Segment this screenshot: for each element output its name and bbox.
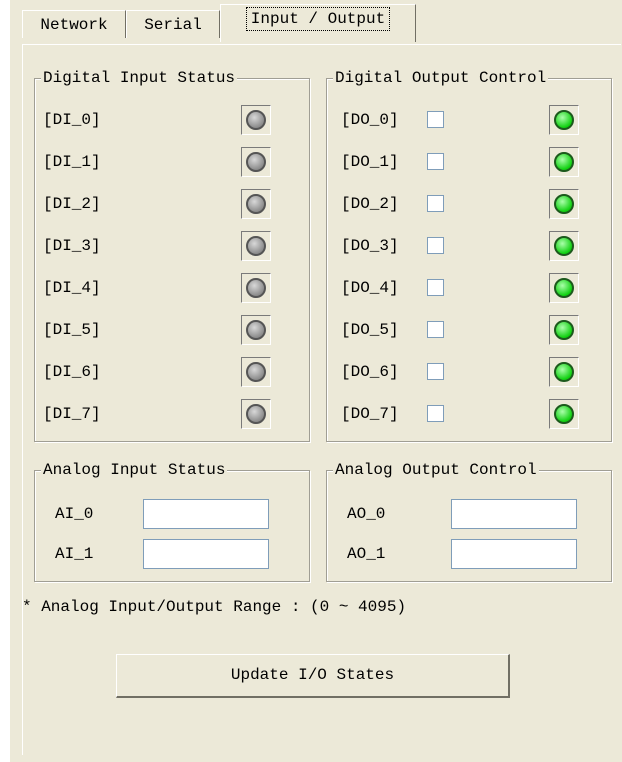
di-6-led-indicator: [241, 357, 271, 387]
tab-input-output-label: Input / Output: [245, 7, 391, 31]
led-icon: [246, 194, 266, 214]
led-icon: [246, 404, 266, 424]
tab-network-label: Network: [40, 16, 108, 34]
do-4-led-indicator: [549, 273, 579, 303]
digital-input-title: Digital Input Status: [41, 67, 238, 89]
ao-0-field[interactable]: [451, 499, 577, 529]
do-7-led-indicator: [549, 399, 579, 429]
led-icon: [554, 362, 574, 382]
window-left-edge: [0, 0, 10, 762]
di-3-label: [DI_3]: [43, 237, 101, 255]
led-icon: [246, 362, 266, 382]
led-icon: [554, 278, 574, 298]
led-icon: [246, 320, 266, 340]
do-6-checkbox[interactable]: [427, 363, 444, 380]
di-4-label: [DI_4]: [43, 279, 101, 297]
led-icon: [554, 194, 574, 214]
led-icon: [246, 110, 266, 130]
led-icon: [554, 110, 574, 130]
do-7-label: [DO_7]: [341, 405, 399, 423]
analog-input-title: Analog Input Status: [41, 459, 228, 481]
do-1-label: [DO_1]: [341, 153, 399, 171]
di-2-label: [DI_2]: [43, 195, 101, 213]
tab-network[interactable]: Network: [22, 10, 126, 38]
ai-0-field[interactable]: [143, 499, 269, 529]
analog-output-title: Analog Output Control: [333, 459, 539, 481]
led-icon: [554, 152, 574, 172]
do-6-led-indicator: [549, 357, 579, 387]
do-5-label: [DO_5]: [341, 321, 399, 339]
range-note: * Analog Input/Output Range : (0 ~ 4095): [22, 598, 407, 616]
analog-output-group: Analog Output Control AO_0 AO_1: [326, 459, 612, 582]
analog-input-group: Analog Input Status AI_0 AI_1: [34, 459, 310, 582]
do-2-label: [DO_2]: [341, 195, 399, 213]
do-3-checkbox[interactable]: [427, 237, 444, 254]
do-2-led-indicator: [549, 189, 579, 219]
di-7-led-indicator: [241, 399, 271, 429]
do-3-led-indicator: [549, 231, 579, 261]
do-4-checkbox[interactable]: [427, 279, 444, 296]
di-1-led-indicator: [241, 147, 271, 177]
digital-output-title: Digital Output Control: [333, 67, 549, 89]
di-5-led-indicator: [241, 315, 271, 345]
di-0-led-indicator: [241, 105, 271, 135]
led-icon: [554, 404, 574, 424]
led-icon: [246, 152, 266, 172]
do-0-led-indicator: [549, 105, 579, 135]
tab-serial-label: Serial: [144, 16, 202, 34]
di-1-label: [DI_1]: [43, 153, 101, 171]
do-0-label: [DO_0]: [341, 111, 399, 129]
ao-0-label: AO_0: [347, 505, 386, 523]
digital-output-group: Digital Output Control [DO_0] [DO_1] [DO_2…: [326, 67, 612, 442]
di-5-label: [DI_5]: [43, 321, 101, 339]
do-5-led-indicator: [549, 315, 579, 345]
digital-input-group: Digital Input Status [DI_0] [DI_1] [DI_2] […: [34, 67, 310, 442]
do-7-checkbox[interactable]: [427, 405, 444, 422]
do-1-checkbox[interactable]: [427, 153, 444, 170]
led-icon: [554, 320, 574, 340]
di-4-led-indicator: [241, 273, 271, 303]
led-icon: [246, 236, 266, 256]
ai-0-label: AI_0: [55, 505, 94, 523]
do-2-checkbox[interactable]: [427, 195, 444, 212]
tab-input-output[interactable]: Input / Output: [220, 4, 416, 42]
do-5-checkbox[interactable]: [427, 321, 444, 338]
ai-1-field[interactable]: [143, 539, 269, 569]
di-2-led-indicator: [241, 189, 271, 219]
ai-1-label: AI_1: [55, 545, 94, 563]
do-0-checkbox[interactable]: [427, 111, 444, 128]
do-6-label: [DO_6]: [341, 363, 399, 381]
update-io-states-button[interactable]: Update I/O States: [116, 654, 510, 698]
di-7-label: [DI_7]: [43, 405, 101, 423]
di-6-label: [DI_6]: [43, 363, 101, 381]
ao-1-label: AO_1: [347, 545, 386, 563]
led-icon: [246, 278, 266, 298]
di-0-label: [DI_0]: [43, 111, 101, 129]
ao-1-field[interactable]: [451, 539, 577, 569]
tab-serial[interactable]: Serial: [126, 10, 220, 38]
di-3-led-indicator: [241, 231, 271, 261]
do-3-label: [DO_3]: [341, 237, 399, 255]
do-1-led-indicator: [549, 147, 579, 177]
do-4-label: [DO_4]: [341, 279, 399, 297]
led-icon: [554, 236, 574, 256]
